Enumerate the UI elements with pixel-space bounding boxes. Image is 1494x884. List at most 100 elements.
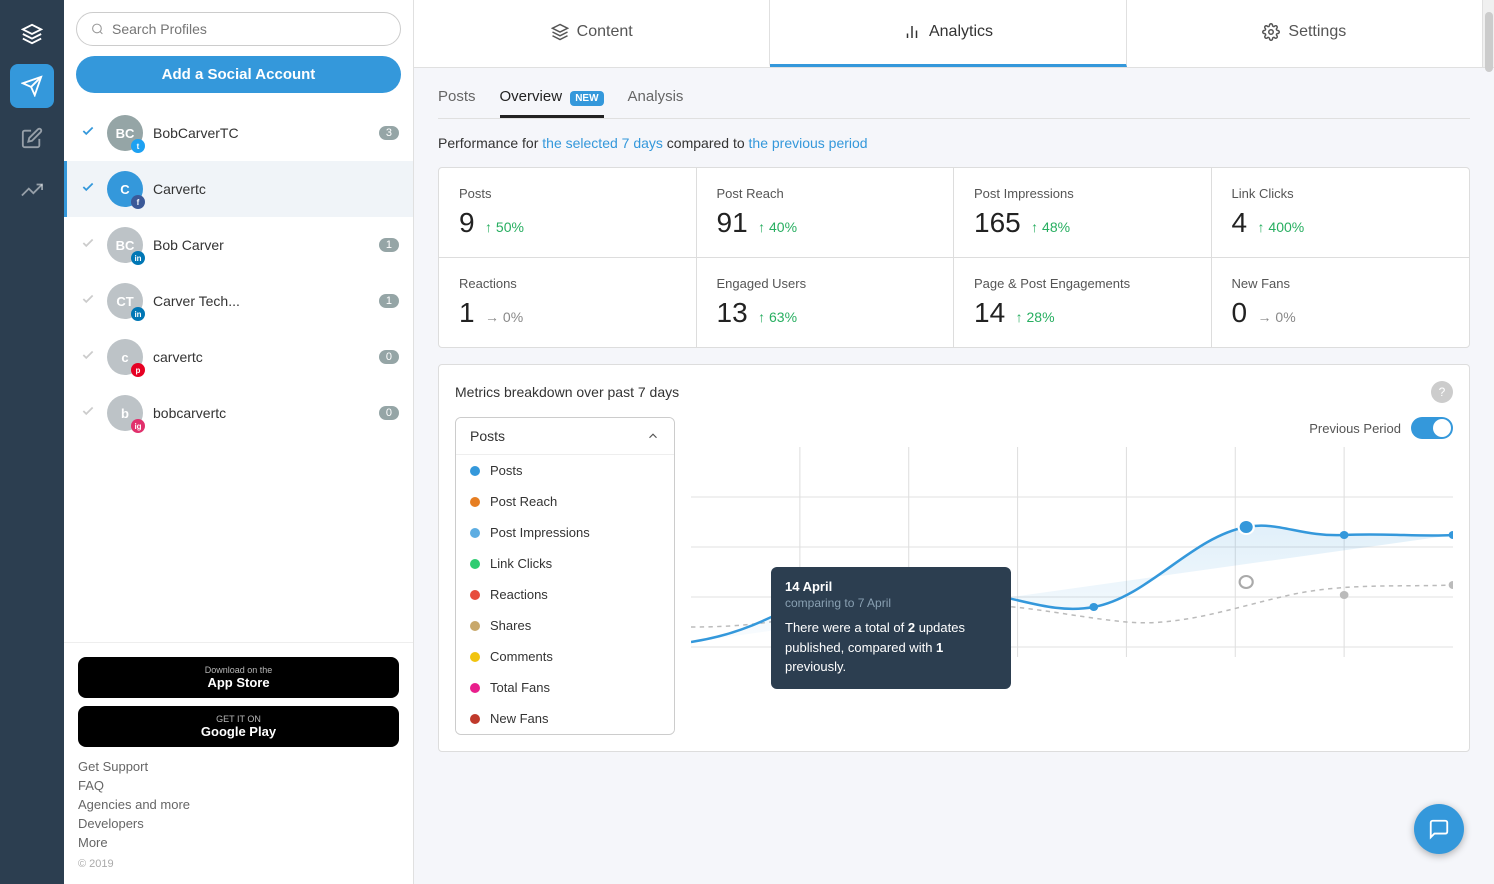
profile-name: Carver Tech... (153, 293, 379, 309)
dropdown-selected: Posts (470, 428, 505, 444)
edit-icon[interactable] (10, 116, 54, 160)
send-icon[interactable] (10, 64, 54, 108)
dot (470, 621, 480, 631)
agencies-link[interactable]: Agencies and more (78, 797, 399, 812)
profile-item[interactable]: CT in Carver Tech... 1 (64, 273, 413, 329)
top-nav: Content Analytics Settings (414, 0, 1494, 68)
profile-item[interactable]: BC in Bob Carver 1 (64, 217, 413, 273)
dropdown-item-new-fans[interactable]: New Fans (456, 703, 674, 734)
trend-icon[interactable] (10, 168, 54, 212)
tabs-bar: Posts Overview NEW Analysis (438, 88, 1470, 119)
avatar: BC in (107, 227, 143, 263)
dropdown-item-link-clicks[interactable]: Link Clicks (456, 548, 674, 579)
profile-item[interactable]: C f Carvertc (64, 161, 413, 217)
stat-label: Page & Post Engagements (974, 276, 1191, 291)
profile-item[interactable]: c p carvertc 0 (64, 329, 413, 385)
stat-reactions: Reactions 1 → 0% (439, 258, 697, 347)
stat-label: Link Clicks (1232, 186, 1450, 201)
check-icon (81, 124, 99, 142)
profile-name: BobCarverTC (153, 125, 379, 141)
linkedin-badge: in (131, 307, 145, 321)
stat-value: 1 (459, 297, 475, 328)
stat-value: 91 (717, 207, 748, 238)
previous-period-toggle[interactable] (1411, 417, 1453, 439)
tab-analytics[interactable]: Analytics (770, 0, 1126, 67)
profile-item[interactable]: b ig bobcarvertc 0 (64, 385, 413, 441)
profile-name: Carvertc (153, 181, 399, 197)
stat-value: 165 (974, 207, 1021, 238)
tab-content[interactable]: Content (414, 0, 770, 67)
add-social-account-button[interactable]: Add a Social Account (76, 56, 401, 93)
dropdown-item-reactions[interactable]: Reactions (456, 579, 674, 610)
avatar: CT in (107, 283, 143, 319)
prev-data-point[interactable] (1449, 581, 1453, 589)
notification-badge: 1 (379, 294, 399, 308)
dot (470, 714, 480, 724)
avatar: b ig (107, 395, 143, 431)
tab-posts[interactable]: Posts (438, 88, 476, 118)
search-input[interactable] (112, 21, 386, 37)
stat-value: 13 (717, 297, 748, 328)
stat-change: ↑ 50% (485, 219, 524, 235)
tab-overview[interactable]: Overview NEW (500, 88, 604, 118)
dropdown-item-total-fans[interactable]: Total Fans (456, 672, 674, 703)
dropdown-item-post-reach[interactable]: Post Reach (456, 486, 674, 517)
stat-change: ↑ 40% (758, 219, 797, 235)
stat-change: ↑ 48% (1031, 219, 1070, 235)
stat-change: ↑ 28% (1016, 309, 1055, 325)
linkedin-badge: in (131, 251, 145, 265)
check-icon (81, 180, 99, 198)
stat-label: Post Impressions (974, 186, 1191, 201)
tab-settings[interactable]: Settings (1127, 0, 1482, 67)
metrics-right: Previous Period (691, 417, 1453, 735)
layers-icon[interactable] (10, 12, 54, 56)
stat-change: → 0% (485, 309, 523, 325)
data-point[interactable] (1449, 531, 1453, 539)
dropdown-item-label: Reactions (490, 587, 548, 602)
get-support-link[interactable]: Get Support (78, 759, 399, 774)
prev-data-point[interactable] (1340, 591, 1349, 599)
scrollbar-thumb[interactable] (1485, 12, 1493, 72)
data-point-active[interactable] (1239, 520, 1254, 534)
metrics-left: Posts Posts Post Reach (455, 417, 675, 735)
main-content: Content Analytics Settings Posts Overvie… (414, 0, 1494, 884)
developers-link[interactable]: Developers (78, 816, 399, 831)
help-icon[interactable]: ? (1431, 381, 1453, 403)
avatar: c p (107, 339, 143, 375)
more-link[interactable]: More (78, 835, 399, 850)
sidebar-top: Add a Social Account (64, 0, 413, 105)
data-point[interactable] (1089, 603, 1098, 611)
prev-data-point[interactable] (1240, 576, 1253, 588)
sidebar: Add a Social Account BC t BobCarverTC 3 … (64, 0, 414, 884)
copyright: © 2019 (78, 858, 399, 870)
tab-analysis[interactable]: Analysis (628, 88, 684, 118)
search-box[interactable] (76, 12, 401, 46)
profile-item[interactable]: BC t BobCarverTC 3 (64, 105, 413, 161)
previous-period-row: Previous Period (691, 417, 1453, 439)
chat-button[interactable] (1414, 804, 1464, 854)
profile-name: bobcarvertc (153, 405, 379, 421)
stat-label: Posts (459, 186, 676, 201)
stat-link-clicks: Link Clicks 4 ↑ 400% (1212, 168, 1470, 258)
facebook-badge: f (131, 195, 145, 209)
dropdown-item-posts[interactable]: Posts (456, 455, 674, 486)
data-point[interactable] (1340, 531, 1349, 539)
dropdown-item-post-impressions[interactable]: Post Impressions (456, 517, 674, 548)
dropdown-item-label: Post Reach (490, 494, 557, 509)
dropdown-header[interactable]: Posts (456, 418, 674, 454)
faq-link[interactable]: FAQ (78, 778, 399, 793)
dropdown-item-comments[interactable]: Comments (456, 641, 674, 672)
profile-name: carvertc (153, 349, 379, 365)
twitter-badge: t (131, 139, 145, 153)
stat-change: ↑ 63% (758, 309, 797, 325)
scrollbar-track[interactable] (1482, 0, 1494, 67)
chart-area: 14 April comparing to 7 April There were… (691, 447, 1453, 707)
dropdown-item-shares[interactable]: Shares (456, 610, 674, 641)
stat-label: Post Reach (717, 186, 934, 201)
toggle-thumb (1433, 419, 1451, 437)
dropdown-item-label: Posts (490, 463, 523, 478)
app-store-button[interactable]: Download on the App Store (78, 657, 399, 698)
google-play-button[interactable]: GET IT ON Google Play (78, 706, 399, 747)
search-icon (91, 22, 104, 36)
avatar: BC t (107, 115, 143, 151)
